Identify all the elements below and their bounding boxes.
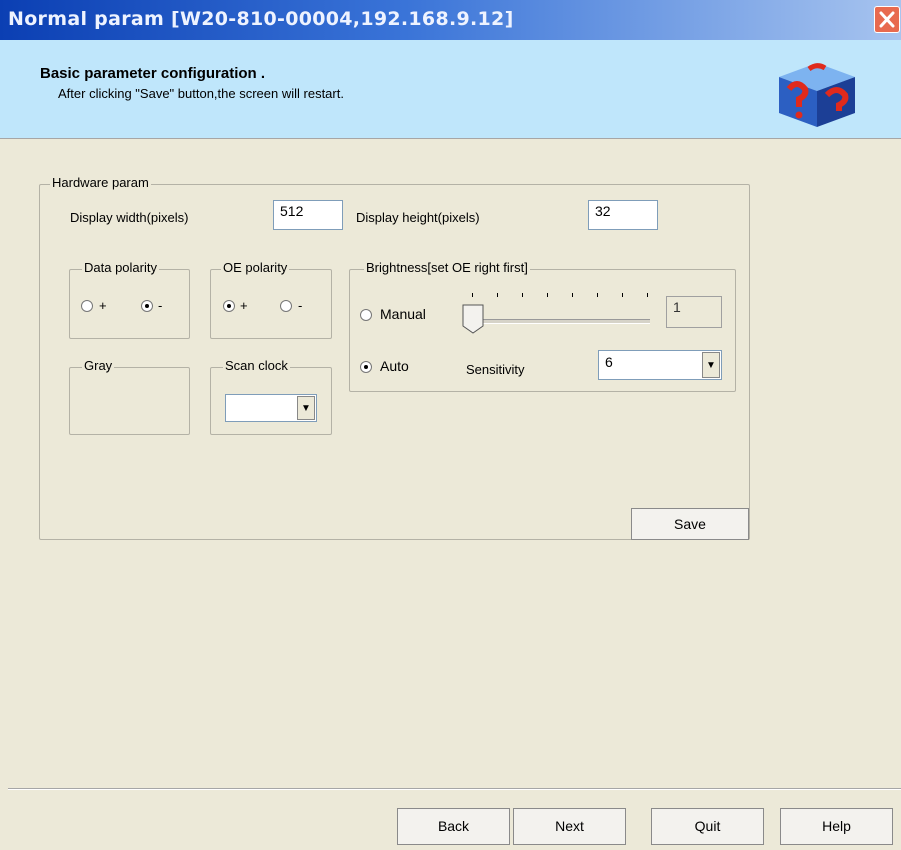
sensitivity-select[interactable]: 6 ▼ bbox=[598, 350, 722, 380]
data-polarity-plus-radio[interactable] bbox=[81, 300, 93, 312]
close-button[interactable] bbox=[874, 6, 900, 33]
display-height-label: Display height(pixels) bbox=[356, 210, 480, 225]
sensitivity-value: 6 bbox=[605, 354, 613, 370]
save-button[interactable]: Save bbox=[631, 508, 749, 540]
auto-label: Auto bbox=[380, 358, 409, 374]
slider-tick bbox=[622, 293, 623, 297]
help-button[interactable]: Help bbox=[780, 808, 893, 845]
display-width-label: Display width(pixels) bbox=[70, 210, 189, 225]
oe-polarity-plus-radio[interactable] bbox=[223, 300, 235, 312]
data-polarity-plus-label: + bbox=[99, 298, 107, 313]
brightness-value-box: 1 bbox=[666, 296, 722, 328]
slider-tick bbox=[472, 293, 473, 297]
footer-divider bbox=[8, 788, 901, 790]
oe-polarity-plus-label: + bbox=[240, 298, 248, 313]
scan-clock-select[interactable]: ▼ bbox=[225, 394, 317, 422]
brightness-label: Brightness[set OE right first] bbox=[364, 260, 530, 275]
slider-tick bbox=[647, 293, 648, 297]
header-title: Basic parameter configuration . bbox=[40, 65, 266, 82]
slider-tick bbox=[497, 293, 498, 297]
help-cube-icon bbox=[779, 63, 855, 127]
next-button[interactable]: Next bbox=[513, 808, 626, 845]
oe-polarity-label: OE polarity bbox=[221, 260, 290, 275]
oe-polarity-minus-label: - bbox=[298, 298, 303, 313]
scan-clock-label: Scan clock bbox=[223, 358, 290, 373]
manual-label: Manual bbox=[380, 306, 426, 322]
oe-polarity-minus-radio[interactable] bbox=[280, 300, 292, 312]
slider-tick bbox=[572, 293, 573, 297]
data-polarity-minus-radio[interactable] bbox=[141, 300, 153, 312]
close-icon bbox=[879, 11, 895, 28]
chevron-down-icon[interactable]: ▼ bbox=[297, 396, 315, 420]
data-polarity-label: Data polarity bbox=[82, 260, 159, 275]
auto-radio[interactable] bbox=[360, 361, 372, 373]
manual-radio[interactable] bbox=[360, 309, 372, 321]
gray-group: Gray bbox=[69, 358, 190, 435]
back-button[interactable]: Back bbox=[397, 808, 510, 845]
chevron-down-icon[interactable]: ▼ bbox=[702, 352, 720, 378]
slider-tick bbox=[547, 293, 548, 297]
hardware-param-label: Hardware param bbox=[50, 175, 151, 190]
title-bar[interactable]: Normal param [W20-810-00004,192.168.9.12… bbox=[0, 0, 901, 40]
window-title: Normal param [W20-810-00004,192.168.9.12… bbox=[8, 8, 514, 30]
wizard-header: Basic parameter configuration . After cl… bbox=[0, 40, 901, 139]
slider-tick bbox=[522, 293, 523, 297]
dialog-window: Normal param [W20-810-00004,192.168.9.12… bbox=[0, 0, 901, 850]
slider-track[interactable] bbox=[472, 319, 650, 324]
display-width-input[interactable]: 512 bbox=[273, 200, 343, 230]
slider-thumb[interactable] bbox=[462, 304, 484, 334]
sensitivity-label: Sensitivity bbox=[466, 362, 525, 377]
quit-button[interactable]: Quit bbox=[651, 808, 764, 845]
slider-tick bbox=[597, 293, 598, 297]
data-polarity-minus-label: - bbox=[158, 298, 163, 313]
display-height-input[interactable]: 32 bbox=[588, 200, 658, 230]
header-subtitle: After clicking "Save" button,the screen … bbox=[58, 86, 344, 101]
gray-label: Gray bbox=[82, 358, 115, 373]
